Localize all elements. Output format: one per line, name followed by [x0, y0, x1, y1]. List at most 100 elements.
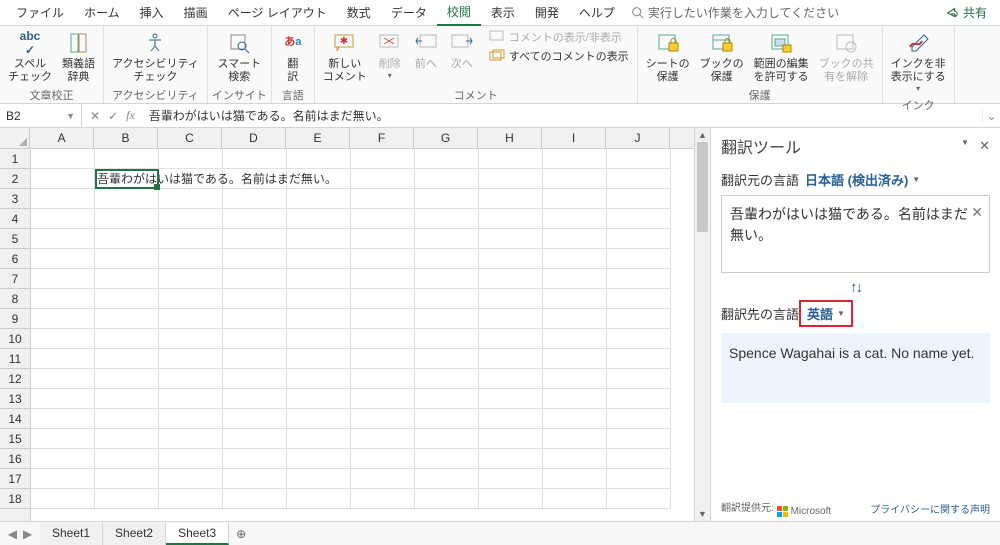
- cell[interactable]: [95, 489, 159, 509]
- cell[interactable]: [31, 429, 95, 449]
- cell[interactable]: [479, 229, 543, 249]
- cell[interactable]: [607, 429, 671, 449]
- sheet-tab[interactable]: Sheet1: [40, 523, 103, 545]
- cell[interactable]: [31, 389, 95, 409]
- cell[interactable]: [415, 369, 479, 389]
- cell[interactable]: [287, 149, 351, 169]
- cell[interactable]: [287, 409, 351, 429]
- cell[interactable]: [415, 409, 479, 429]
- row-header[interactable]: 13: [0, 389, 30, 409]
- cell[interactable]: [223, 489, 287, 509]
- cell[interactable]: [479, 449, 543, 469]
- row-header[interactable]: 5: [0, 229, 30, 249]
- cell[interactable]: [351, 389, 415, 409]
- cell[interactable]: [415, 169, 479, 189]
- cell[interactable]: [287, 209, 351, 229]
- cell[interactable]: [543, 489, 607, 509]
- col-header[interactable]: G: [414, 128, 478, 148]
- vertical-scrollbar[interactable]: ▲ ▼: [694, 128, 710, 521]
- cell[interactable]: [159, 409, 223, 429]
- cell[interactable]: [351, 149, 415, 169]
- col-header[interactable]: I: [542, 128, 606, 148]
- cell[interactable]: [543, 269, 607, 289]
- cell[interactable]: [223, 389, 287, 409]
- cell[interactable]: [415, 189, 479, 209]
- cell[interactable]: [31, 349, 95, 369]
- col-header[interactable]: H: [478, 128, 542, 148]
- scroll-down-icon[interactable]: ▼: [698, 507, 707, 521]
- cell[interactable]: [223, 229, 287, 249]
- menu-tab-data[interactable]: データ: [381, 0, 437, 25]
- cell[interactable]: [223, 309, 287, 329]
- cell[interactable]: [31, 449, 95, 469]
- cell[interactable]: [415, 269, 479, 289]
- pane-close-button[interactable]: ✕: [979, 138, 990, 154]
- row-header[interactable]: 2: [0, 169, 30, 189]
- cell[interactable]: [351, 249, 415, 269]
- cell[interactable]: [479, 349, 543, 369]
- cell[interactable]: [351, 489, 415, 509]
- cell[interactable]: [95, 189, 159, 209]
- cell[interactable]: [95, 409, 159, 429]
- cell[interactable]: [159, 209, 223, 229]
- cell[interactable]: [415, 229, 479, 249]
- clear-src-button[interactable]: ✕: [971, 202, 983, 223]
- cell[interactable]: [95, 269, 159, 289]
- select-all-corner[interactable]: [0, 128, 30, 148]
- row-header[interactable]: 15: [0, 429, 30, 449]
- cell[interactable]: [479, 189, 543, 209]
- cell[interactable]: [543, 449, 607, 469]
- cell[interactable]: [415, 209, 479, 229]
- cell[interactable]: [159, 289, 223, 309]
- cell[interactable]: [31, 229, 95, 249]
- cell[interactable]: [351, 349, 415, 369]
- cell[interactable]: [607, 149, 671, 169]
- cell[interactable]: [351, 449, 415, 469]
- cell[interactable]: [159, 349, 223, 369]
- cell[interactable]: [223, 289, 287, 309]
- cell[interactable]: [415, 449, 479, 469]
- cell[interactable]: [607, 489, 671, 509]
- cell[interactable]: [31, 309, 95, 329]
- cell[interactable]: [223, 409, 287, 429]
- cell[interactable]: [351, 469, 415, 489]
- cell[interactable]: [95, 389, 159, 409]
- row-header[interactable]: 11: [0, 349, 30, 369]
- menu-tab-file[interactable]: ファイル: [6, 0, 74, 25]
- cell[interactable]: [479, 169, 543, 189]
- cell[interactable]: [543, 409, 607, 429]
- tell-me-search[interactable]: 実行したい作業を入力してください: [631, 4, 839, 21]
- cell[interactable]: [31, 489, 95, 509]
- cell[interactable]: [351, 369, 415, 389]
- cell[interactable]: [351, 409, 415, 429]
- cell[interactable]: [223, 469, 287, 489]
- row-header[interactable]: 1: [0, 149, 30, 169]
- cell[interactable]: [607, 269, 671, 289]
- cell[interactable]: [543, 209, 607, 229]
- cell[interactable]: [31, 209, 95, 229]
- accept-formula-button[interactable]: ✓: [108, 109, 118, 123]
- row-header[interactable]: 4: [0, 209, 30, 229]
- add-sheet-button[interactable]: ⊕: [229, 527, 253, 541]
- cell[interactable]: 吾輩わがはいは猫である。名前はまだ無い。: [95, 169, 159, 189]
- cell[interactable]: [607, 349, 671, 369]
- cell[interactable]: [223, 149, 287, 169]
- menu-tab-insert[interactable]: 挿入: [130, 0, 174, 25]
- cell[interactable]: [415, 149, 479, 169]
- cell[interactable]: [479, 369, 543, 389]
- cell[interactable]: [31, 369, 95, 389]
- cell[interactable]: [95, 369, 159, 389]
- cell[interactable]: [223, 369, 287, 389]
- cell[interactable]: [287, 469, 351, 489]
- spell-check-button[interactable]: abc✓ スペル チェック: [4, 28, 56, 86]
- menu-tab-review[interactable]: 校閲: [437, 0, 481, 26]
- cell[interactable]: [543, 469, 607, 489]
- cell[interactable]: [223, 209, 287, 229]
- col-header[interactable]: J: [606, 128, 670, 148]
- cell[interactable]: [543, 169, 607, 189]
- cell[interactable]: [479, 489, 543, 509]
- cell[interactable]: [607, 229, 671, 249]
- row-header[interactable]: 18: [0, 489, 30, 509]
- cell[interactable]: [159, 329, 223, 349]
- cell[interactable]: [479, 149, 543, 169]
